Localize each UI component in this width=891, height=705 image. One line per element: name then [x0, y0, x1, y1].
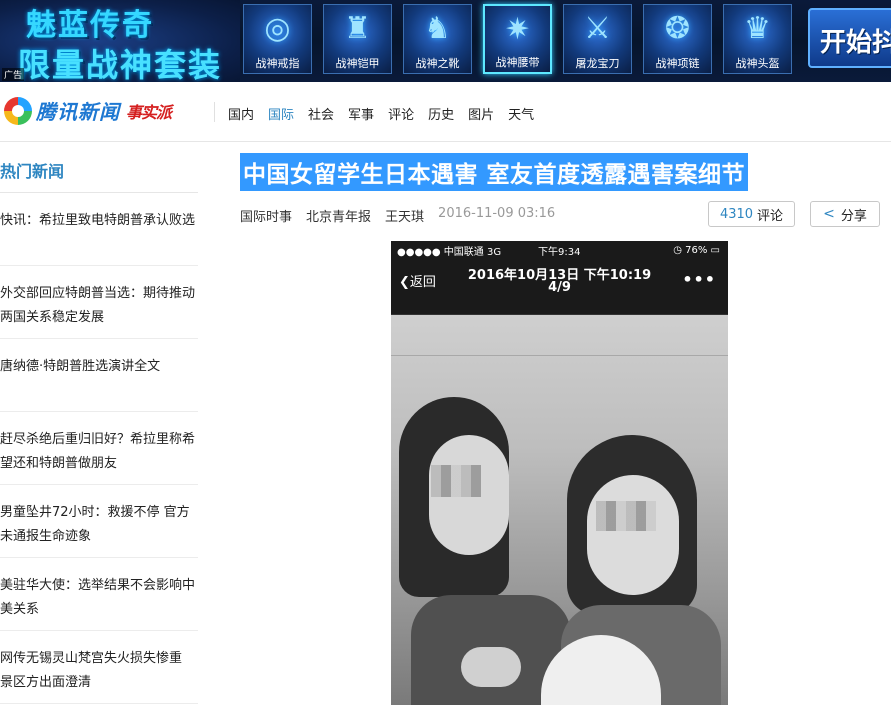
ad-start-label: 开始抖: [820, 28, 891, 58]
ad-item-label: 战神铠甲: [335, 57, 380, 70]
article-meta: 国际时事 北京青年报 王天琪 2016-11-09 03:16: [240, 206, 555, 225]
hand: [461, 647, 521, 687]
necklace-icon: ❂: [664, 11, 691, 46]
face-blur-right: [596, 501, 656, 531]
share-icon: <: [823, 206, 835, 222]
ad-banner[interactable]: 魅蓝传奇 限量战神套装 广告 ◎ 战神戒指 ♜ 战神铠甲 ♞ 战神之靴 ✷ 战神…: [0, 0, 891, 82]
armor-icon: ♜: [344, 11, 371, 46]
sword-icon: ⚔: [584, 11, 611, 46]
article: 中国女留学生日本遇害 室友首度透露遇害案细节 国际时事 北京青年报 王天琪 20…: [240, 142, 880, 227]
comment-label: 评论: [757, 208, 784, 224]
ad-start-button[interactable]: 开始抖: [808, 8, 891, 68]
nav-link-international[interactable]: 国际: [268, 104, 294, 123]
ad-item-label: 战神戒指: [255, 57, 300, 70]
logo-text: 腾讯新闻: [36, 100, 120, 124]
ad-item-ring[interactable]: ◎ 战神戒指: [243, 4, 312, 74]
phone-title-bar: ❮返回 2016年10月13日 下午10:19 4/9 •••: [391, 260, 728, 315]
nav-link-opinion[interactable]: 评论: [388, 104, 414, 123]
ad-item-boots[interactable]: ♞ 战神之靴: [403, 4, 472, 74]
hot-news-item[interactable]: 赶尽杀绝后重归旧好？希拉里称希望还和特朗普做朋友: [0, 412, 198, 485]
hot-news-item[interactable]: 外交部回应特朗普当选：期待推动两国关系稳定发展: [0, 266, 198, 339]
ad-item-helmet[interactable]: ♛ 战神头盔: [723, 4, 792, 74]
ad-title-panel[interactable]: 魅蓝传奇 限量战神套装 广告: [0, 0, 240, 82]
comment-button[interactable]: 4310 评论: [708, 201, 795, 227]
article-author: 王天琪: [385, 210, 425, 225]
hot-news-item[interactable]: 美驻华大使：选举结果不会影响中美关系: [0, 558, 198, 631]
hot-news-sidebar: 热门新闻 快讯：希拉里致电特朗普承认败选 外交部回应特朗普当选：期待推动两国关系…: [0, 142, 198, 704]
ad-item-label: 战神之靴: [415, 57, 460, 70]
nav-link-military[interactable]: 军事: [348, 104, 374, 123]
hot-news-item[interactable]: 唐纳德·特朗普胜选演讲全文: [0, 339, 198, 412]
ad-title-line2: 限量战神套装: [18, 46, 223, 82]
tencent-news-logo-icon: [4, 96, 32, 125]
top-nav: 腾讯新闻 事实派 国内 国际 社会 军事 评论 历史 图片 天气: [0, 82, 891, 142]
article-source[interactable]: 北京青年报: [306, 206, 371, 225]
ad-item-list: ◎ 战神戒指 ♜ 战神铠甲 ♞ 战神之靴 ✷ 战神腰带 ⚔ 屠龙宝刀 ❂ 战神项…: [243, 4, 792, 74]
ad-tag: 广告: [2, 68, 25, 81]
battery-indicator: ◷ 76% ▭: [673, 245, 720, 256]
boots-icon: ♞: [424, 11, 451, 46]
site-logo[interactable]: 腾讯新闻 事实派: [4, 96, 172, 125]
hot-news-item[interactable]: 网传无锡灵山梵宫失火损失惨重 景区方出面澄清: [0, 631, 198, 704]
nav-link-photos[interactable]: 图片: [468, 104, 494, 123]
hot-news-item[interactable]: 快讯：希拉里致电特朗普承认败选: [0, 193, 198, 266]
share-label: 分享: [840, 208, 867, 224]
nav-link-history[interactable]: 历史: [428, 104, 454, 123]
ceiling-line: [391, 355, 728, 356]
comment-count: 4310: [719, 206, 754, 222]
ad-item-sword[interactable]: ⚔ 屠龙宝刀: [563, 4, 632, 74]
ad-item-label: 战神头盔: [735, 57, 780, 70]
ad-item-label: 屠龙宝刀: [575, 57, 620, 70]
photo-scene: [391, 315, 728, 705]
nav-link-society[interactable]: 社会: [308, 104, 334, 123]
nav-link-domestic[interactable]: 国内: [228, 104, 254, 123]
right-person-face: [587, 475, 679, 595]
article-headline: 中国女留学生日本遇害 室友首度透露遇害案细节: [240, 153, 749, 191]
belt-icon: ✷: [504, 12, 531, 47]
ad-item-label: 战神项链: [655, 57, 700, 70]
article-category[interactable]: 国际时事: [240, 206, 292, 225]
ad-item-necklace[interactable]: ❂ 战神项链: [643, 4, 712, 74]
nav-link-weather[interactable]: 天气: [508, 104, 534, 123]
share-button[interactable]: < 分享: [810, 201, 880, 227]
helmet-icon: ♛: [744, 11, 771, 46]
channel-nav: 国内 国际 社会 军事 评论 历史 图片 天气: [228, 104, 534, 123]
phone-status-bar: ●●●●● 中国联通 3G 下午9:34 ◷ 76% ▭: [391, 241, 728, 260]
logo-sub: 事实派: [126, 102, 172, 122]
ad-item-belt[interactable]: ✷ 战神腰带: [483, 4, 552, 74]
more-icon: •••: [682, 270, 716, 289]
carrier-text: ●●●●● 中国联通 3G: [397, 247, 502, 258]
status-time: 下午9:34: [538, 247, 581, 258]
face-blur-left: [431, 465, 481, 497]
ad-title-line1: 魅蓝传奇: [26, 8, 154, 43]
hot-news-item[interactable]: 男童坠井72小时：救援不停 官方未通报生命迹象: [0, 485, 198, 558]
article-time: 2016-11-09 03:16: [438, 206, 556, 221]
photo-page-indicator: 4/9: [548, 280, 571, 295]
ad-item-label: 战神腰带: [495, 56, 540, 69]
ring-icon: ◎: [264, 11, 291, 46]
nav-divider: [214, 102, 215, 122]
sidebar-title: 热门新闻: [0, 142, 198, 193]
ad-item-armor[interactable]: ♜ 战神铠甲: [323, 4, 392, 74]
article-photo[interactable]: ●●●●● 中国联通 3G 下午9:34 ◷ 76% ▭ ❮返回 2016年10…: [391, 241, 728, 705]
